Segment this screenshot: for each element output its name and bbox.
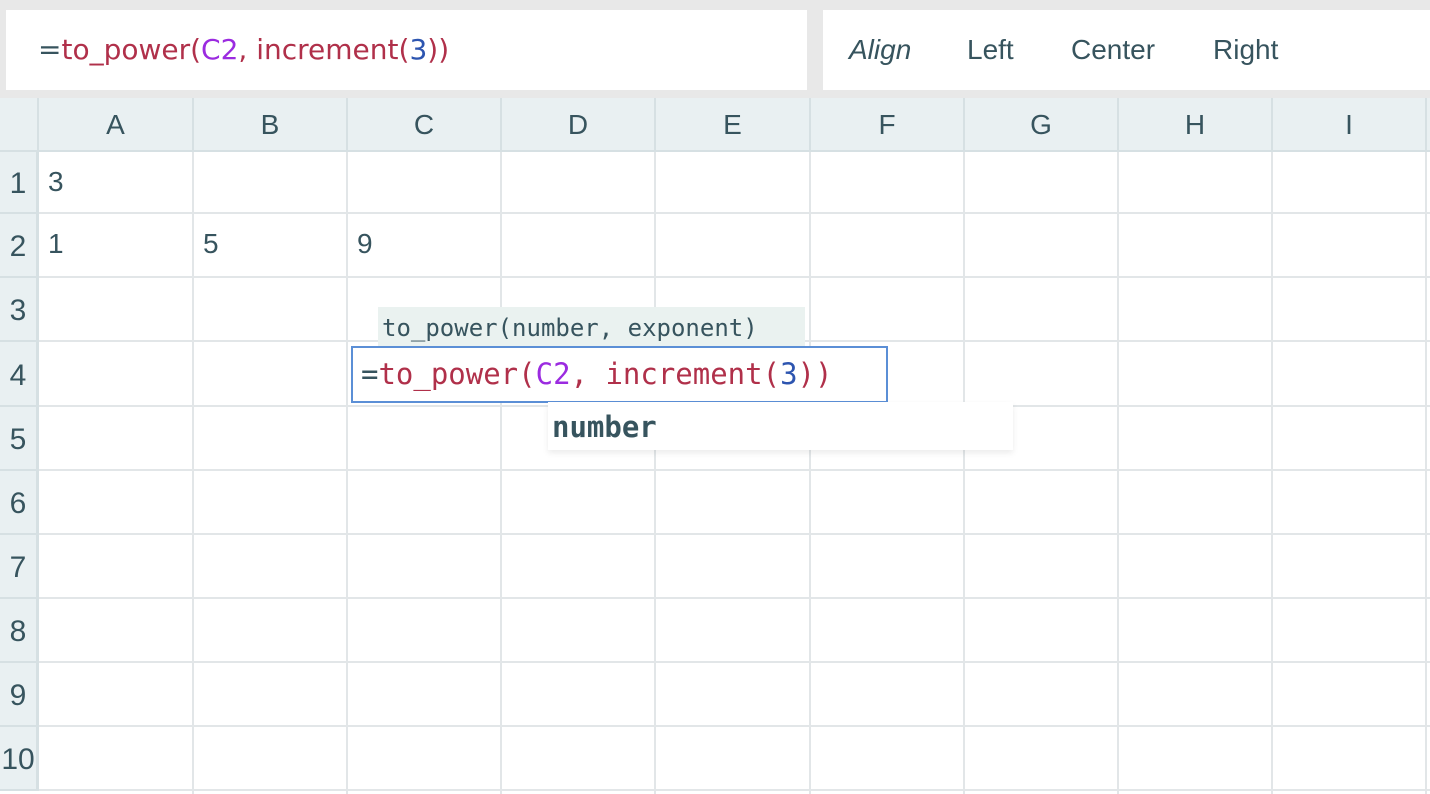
align-label: Align <box>849 34 912 65</box>
align-center-button[interactable]: Center <box>1071 10 1155 90</box>
gridline-horizontal <box>39 661 1430 663</box>
gridline-horizontal <box>39 725 1430 727</box>
formula-function-inner: increment( <box>256 33 410 66</box>
gridline-vertical <box>963 152 965 794</box>
cell-a1[interactable]: 3 <box>39 152 192 212</box>
function-signature-tooltip: to_power(number, exponent) <box>378 307 805 347</box>
formula-bar-text[interactable]: =to_power(C2, increment(3)) <box>38 10 449 90</box>
column-header-h[interactable]: H <box>1119 98 1273 152</box>
gridline-vertical <box>1271 152 1273 794</box>
column-header-b[interactable]: B <box>194 98 348 152</box>
column-header-a[interactable]: A <box>39 98 194 152</box>
align-toolbar: Align Left Center Right <box>823 10 1430 90</box>
formula-close: )) <box>427 33 450 66</box>
cell-editor-input[interactable]: =to_power(C2, increment(3)) <box>351 346 888 403</box>
gridline-horizontal <box>39 789 1430 791</box>
editor-number: 3 <box>780 357 798 391</box>
formula-separator: , <box>238 33 257 66</box>
formula-number: 3 <box>409 33 428 66</box>
row-header-6[interactable]: 6 <box>0 471 39 535</box>
column-header-c[interactable]: C <box>348 98 502 152</box>
formula-equals: = <box>38 33 62 66</box>
column-header-d[interactable]: D <box>502 98 656 152</box>
editor-equals: = <box>361 357 379 391</box>
gridline-vertical <box>1117 152 1119 794</box>
row-header-10[interactable]: 10 <box>0 727 39 791</box>
formula-bar[interactable]: =to_power(C2, increment(3)) <box>6 10 807 90</box>
row-header-9[interactable]: 9 <box>0 663 39 727</box>
column-header-g[interactable]: G <box>965 98 1119 152</box>
row-header-1[interactable]: 1 <box>0 152 39 214</box>
gridline-vertical <box>809 152 811 794</box>
row-header-8[interactable]: 8 <box>0 599 39 663</box>
column-header-i[interactable]: I <box>1273 98 1427 152</box>
align-right-button[interactable]: Right <box>1213 10 1278 90</box>
row-header-2[interactable]: 2 <box>0 214 39 278</box>
cell-b2[interactable]: 5 <box>194 214 346 274</box>
column-header-f[interactable]: F <box>811 98 965 152</box>
formula-function: to_power( <box>61 33 202 66</box>
row-header-4[interactable]: 4 <box>0 342 39 407</box>
gridline-horizontal <box>39 597 1430 599</box>
gridline-vertical <box>500 152 502 794</box>
editor-function-inner: increment( <box>605 357 781 391</box>
cell-c2[interactable]: 9 <box>348 214 500 274</box>
gridline-horizontal <box>39 533 1430 535</box>
formula-reference: C2 <box>201 33 239 66</box>
gridline-horizontal <box>39 276 1430 278</box>
gridline-vertical <box>654 152 656 794</box>
editor-separator: , <box>570 357 606 391</box>
gridline-horizontal <box>39 469 1430 471</box>
column-header-e[interactable]: E <box>656 98 811 152</box>
row-header-5[interactable]: 5 <box>0 407 39 471</box>
editor-reference: C2 <box>535 357 571 391</box>
cell-a2[interactable]: 1 <box>39 214 192 274</box>
gridline-vertical <box>1425 152 1427 794</box>
row-header-7[interactable]: 7 <box>0 535 39 599</box>
argument-hint-popup[interactable]: number <box>548 402 1013 450</box>
row-header-3[interactable]: 3 <box>0 278 39 342</box>
grid-corner[interactable] <box>0 98 39 152</box>
editor-function: to_power( <box>378 357 536 391</box>
align-left-button[interactable]: Left <box>967 10 1014 90</box>
argument-hint-text: number <box>552 410 657 444</box>
editor-close: )) <box>797 357 833 391</box>
